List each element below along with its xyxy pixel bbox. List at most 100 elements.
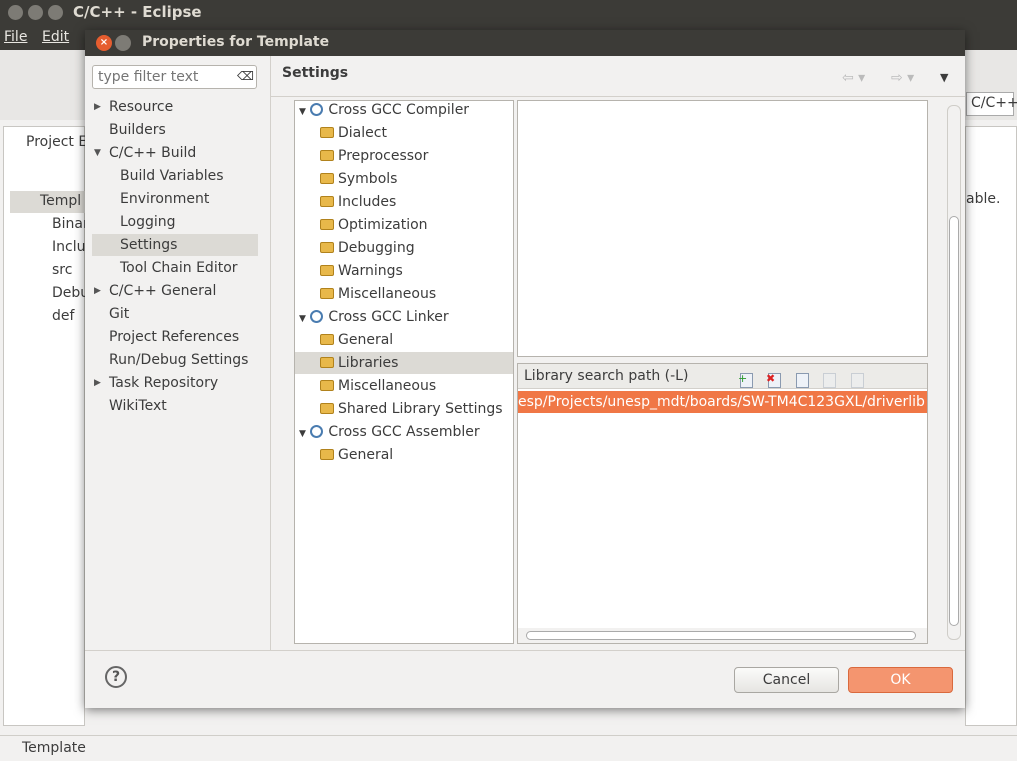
- nav-item-label: Task Repository: [109, 375, 219, 391]
- option-category-item[interactable]: Miscellaneous: [295, 375, 513, 397]
- option-category-item[interactable]: Includes: [295, 191, 513, 213]
- expand-arrow-icon[interactable]: ▶: [94, 96, 101, 118]
- window-title: C/C++ - Eclipse: [73, 3, 202, 21]
- tool-item[interactable]: ▼ Cross GCC Linker: [295, 306, 513, 328]
- option-category-item[interactable]: General: [295, 444, 513, 466]
- nav-item-label: Settings: [120, 237, 178, 253]
- horizontal-scrollbar[interactable]: [518, 628, 927, 643]
- option-category-item[interactable]: Optimization: [295, 214, 513, 236]
- tree-item-label: Cross GCC Assembler: [328, 424, 480, 440]
- tool-item[interactable]: ▼ Cross GCC Compiler: [295, 101, 513, 121]
- expand-arrow-icon[interactable]: ▼: [299, 314, 306, 324]
- edit-icon[interactable]: [796, 373, 809, 388]
- tool-item[interactable]: ▼ Cross GCC Assembler: [295, 421, 513, 443]
- folder-icon: [320, 150, 334, 161]
- tree-item-label: Optimization: [338, 217, 428, 233]
- filter-input[interactable]: [92, 65, 257, 89]
- tree-item[interactable]: Debu: [52, 285, 89, 301]
- menu-edit[interactable]: Edit: [42, 29, 69, 45]
- add-icon[interactable]: +: [738, 372, 753, 388]
- tree-item[interactable]: src: [52, 262, 72, 278]
- expand-arrow-icon[interactable]: ▼: [94, 142, 101, 164]
- nav-item[interactable]: Git: [92, 303, 258, 325]
- nav-item-label: Environment: [120, 191, 210, 207]
- tree-item-label: Warnings: [338, 263, 403, 279]
- nav-item-label: WikiText: [109, 398, 167, 414]
- back-icon[interactable]: ⇦ ▾: [842, 70, 865, 86]
- expand-arrow-icon[interactable]: ▶: [94, 372, 101, 394]
- nav-item[interactable]: Tool Chain Editor: [92, 257, 258, 279]
- library-path-label: Library search path (-L): [524, 368, 689, 384]
- move-down-icon[interactable]: [851, 373, 864, 388]
- nav-item[interactable]: WikiText: [92, 395, 258, 417]
- option-category-item[interactable]: Preprocessor: [295, 145, 513, 167]
- project-explorer-title[interactable]: Project E: [26, 134, 87, 150]
- option-category-item[interactable]: Miscellaneous: [295, 283, 513, 305]
- library-path-entry[interactable]: esp/Projects/unesp_mdt/boards/SW-TM4C123…: [518, 391, 927, 413]
- folder-icon: [320, 288, 334, 299]
- nav-item[interactable]: Settings: [92, 234, 258, 256]
- forward-icon[interactable]: ⇨ ▾: [891, 70, 914, 86]
- nav-item[interactable]: ▼ C/C++ Build: [92, 142, 258, 164]
- maximize-window-button[interactable]: [48, 5, 63, 20]
- help-button[interactable]: ?: [105, 666, 127, 688]
- window-title-bar: C/C++ - Eclipse: [0, 0, 1017, 25]
- tree-item-label: Shared Library Settings: [338, 401, 503, 417]
- nav-item[interactable]: Builders: [92, 119, 258, 141]
- expand-arrow-icon[interactable]: ▼: [299, 107, 306, 117]
- status-text: Template: [22, 740, 86, 756]
- close-dialog-button[interactable]: ×: [96, 35, 112, 51]
- nav-item[interactable]: ▶ Task Repository: [92, 372, 258, 394]
- vertical-scrollbar[interactable]: [947, 105, 961, 640]
- nav-item[interactable]: ▶ C/C++ General: [92, 280, 258, 302]
- expand-arrow-icon[interactable]: ▼: [299, 429, 306, 439]
- nav-item[interactable]: Logging: [92, 211, 258, 233]
- tree-item[interactable]: Binar: [52, 216, 89, 232]
- nav-item[interactable]: Project References: [92, 326, 258, 348]
- minimize-window-button[interactable]: [28, 5, 43, 20]
- nav-item[interactable]: Environment: [92, 188, 258, 210]
- option-category-item[interactable]: Warnings: [295, 260, 513, 282]
- view-text: able.: [966, 191, 1001, 207]
- folder-icon: [320, 196, 334, 207]
- nav-item-label: Git: [109, 306, 130, 322]
- ok-button[interactable]: OK: [848, 667, 953, 693]
- expand-arrow-icon[interactable]: ▶: [94, 280, 101, 302]
- folder-icon: [320, 334, 334, 345]
- option-category-item[interactable]: Shared Library Settings: [295, 398, 513, 420]
- project-explorer: Project E Templ Binar Inclu src Debu def: [3, 126, 89, 726]
- clear-filter-icon[interactable]: ⌫: [237, 69, 254, 83]
- maximize-dialog-button[interactable]: [115, 35, 131, 51]
- option-category-item[interactable]: General: [295, 329, 513, 351]
- page-title: Settings: [282, 65, 349, 81]
- menu-file[interactable]: File: [4, 29, 27, 45]
- option-category-item[interactable]: Debugging: [295, 237, 513, 259]
- tree-item-label: Includes: [338, 194, 397, 210]
- tree-item[interactable]: Inclu: [52, 239, 85, 255]
- tree-item-label: General: [338, 332, 394, 348]
- folder-icon: [320, 380, 334, 391]
- delete-icon[interactable]: ✖: [766, 372, 781, 388]
- option-category-item[interactable]: Libraries: [295, 352, 513, 374]
- folder-icon: [320, 403, 334, 414]
- tree-item[interactable]: def: [52, 308, 74, 324]
- right-view: able.: [965, 126, 1017, 726]
- upper-panel: [517, 100, 928, 357]
- tree-item-label: General: [338, 447, 394, 463]
- cancel-button[interactable]: Cancel: [734, 667, 839, 693]
- nav-item[interactable]: Build Variables: [92, 165, 258, 187]
- nav-item[interactable]: ▶ Resource: [92, 96, 258, 118]
- close-window-button[interactable]: [8, 5, 23, 20]
- option-category-item[interactable]: Dialect: [295, 122, 513, 144]
- nav-item-label: C/C++ Build: [109, 145, 197, 161]
- perspective-cpp[interactable]: C/C++: [966, 92, 1017, 116]
- tree-item[interactable]: Templ: [40, 193, 81, 209]
- option-category-item[interactable]: Symbols: [295, 168, 513, 190]
- tool-settings-tree: ▼ Cross GCC Compiler Dialect Preprocessor S…: [294, 100, 514, 644]
- status-bar: Template: [0, 735, 1017, 761]
- view-menu-icon[interactable]: ▼: [940, 71, 948, 84]
- nav-item[interactable]: Run/Debug Settings: [92, 349, 258, 371]
- move-up-icon[interactable]: [823, 373, 836, 388]
- nav-item-label: Build Variables: [120, 168, 224, 184]
- folder-icon: [320, 242, 334, 253]
